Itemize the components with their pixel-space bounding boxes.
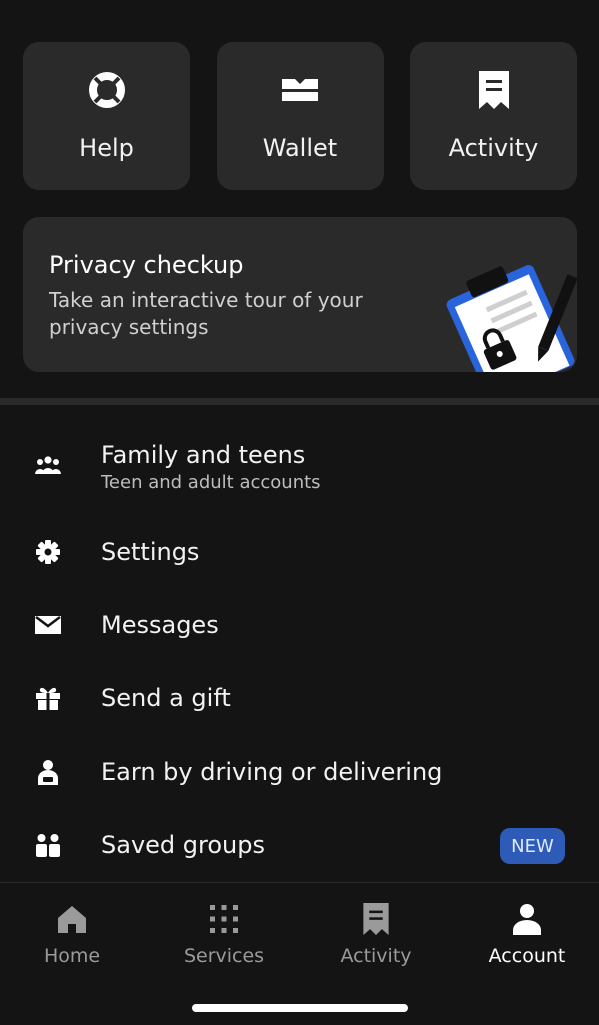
menu-label: Send a gift xyxy=(101,684,231,712)
activity-label: Activity xyxy=(448,134,539,162)
help-label: Help xyxy=(79,134,134,162)
receipt-icon xyxy=(474,70,514,110)
menu-label: Messages xyxy=(101,611,219,639)
quick-actions: Help Wallet Activity xyxy=(23,42,577,190)
tab-account[interactable]: Account xyxy=(467,901,587,967)
tab-home[interactable]: Home xyxy=(12,901,132,967)
envelope-icon xyxy=(34,611,62,639)
menu-label: Earn by driving or delivering xyxy=(101,758,443,786)
home-icon xyxy=(54,901,90,937)
grid-icon xyxy=(206,901,242,937)
privacy-title: Privacy checkup xyxy=(49,251,244,279)
tab-label: Home xyxy=(43,945,101,967)
wallet-tile[interactable]: Wallet xyxy=(216,42,384,190)
menu-label: Saved groups xyxy=(101,831,265,859)
menu-sublabel: Teen and adult accounts xyxy=(101,472,321,493)
home-indicator xyxy=(192,1004,408,1012)
bottom-tab-bar: Home Services Activity Account xyxy=(0,882,599,1025)
tab-label: Activity xyxy=(340,945,412,967)
wallet-label: Wallet xyxy=(262,134,338,162)
new-badge: NEW xyxy=(500,828,565,864)
clipboard-lock-icon xyxy=(427,261,577,372)
menu-label: Family and teens xyxy=(101,441,306,469)
activity-tile[interactable]: Activity xyxy=(410,42,577,190)
receipt-icon xyxy=(358,901,394,937)
help-tile[interactable]: Help xyxy=(23,42,190,190)
tab-activity[interactable]: Activity xyxy=(316,901,436,967)
family-icon xyxy=(34,452,62,480)
gear-icon xyxy=(34,538,62,566)
gift-icon xyxy=(34,684,62,712)
wallet-icon xyxy=(280,70,320,110)
tab-label: Account xyxy=(488,945,566,967)
tab-label: Services xyxy=(183,945,265,967)
menu-label: Settings xyxy=(101,538,200,566)
privacy-description: Take an interactive tour of your privacy… xyxy=(49,288,363,339)
section-divider xyxy=(0,398,599,405)
tab-services[interactable]: Services xyxy=(164,901,284,967)
group-icon xyxy=(34,831,62,859)
privacy-checkup-card[interactable]: Privacy checkup Take an interactive tour… xyxy=(23,217,577,372)
driver-icon xyxy=(34,758,62,786)
person-icon xyxy=(509,901,545,937)
lifebuoy-icon xyxy=(87,70,127,110)
